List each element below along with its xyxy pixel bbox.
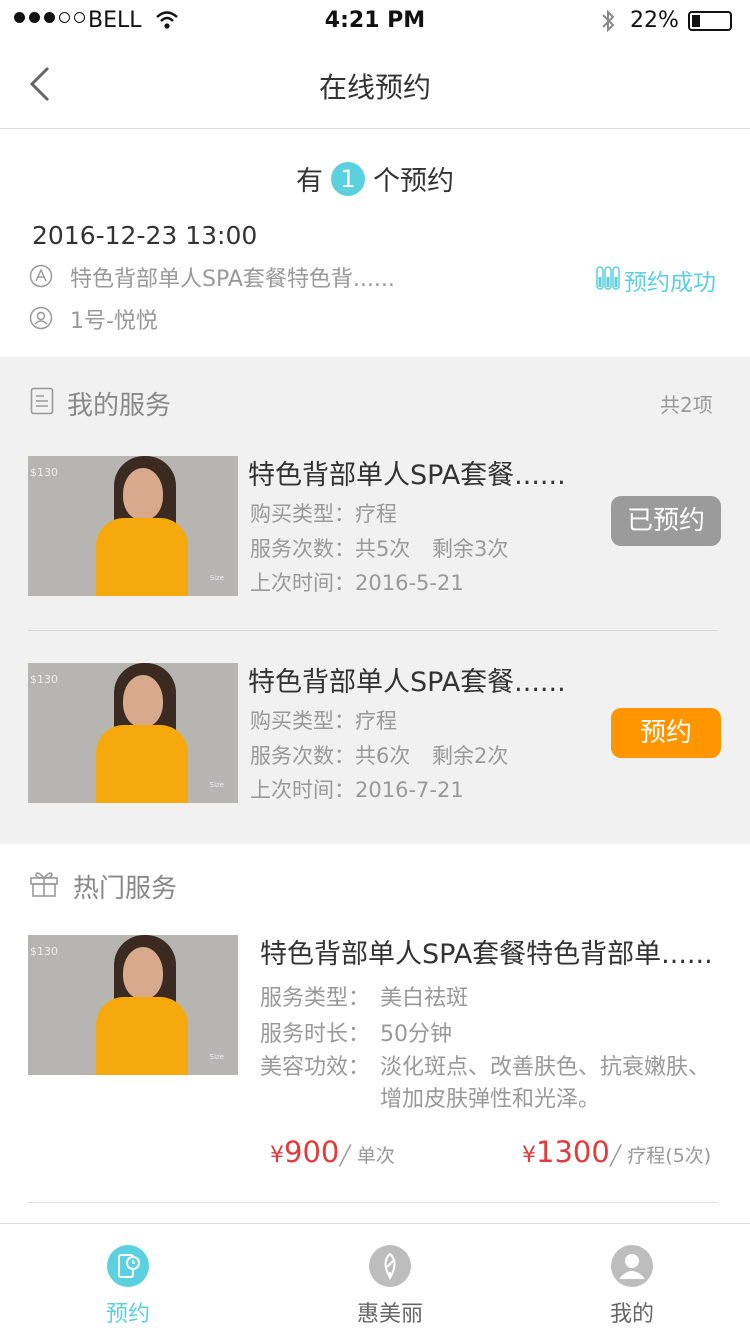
appointment-datetime: 2016-12-23 13:00 bbox=[32, 221, 258, 250]
status-icon bbox=[596, 266, 620, 290]
service-last-time: 上次时间：2016-5-21 bbox=[250, 571, 464, 595]
hot-service-duration: 50分钟 bbox=[380, 1022, 452, 1047]
hot-service-title: 特色背部单人SPA套餐特色背部单...... bbox=[260, 939, 713, 970]
nav-bar: 在线预约 bbox=[0, 42, 750, 129]
tab-huimeili[interactable]: 惠美丽 bbox=[340, 1224, 440, 1335]
price-single: ¥900╱ 单次 bbox=[270, 1135, 395, 1169]
tab-profile-label: 我的 bbox=[609, 1302, 654, 1327]
hot-service-effect-line2: 增加皮肤弹性和光泽。 bbox=[380, 1087, 601, 1112]
count-prefix: 有 bbox=[296, 166, 323, 197]
service-remain: 剩余2次 bbox=[432, 744, 509, 768]
service-title: 特色背部单人SPA套餐...... bbox=[248, 667, 566, 698]
service-icon bbox=[29, 264, 53, 288]
service-item[interactable]: $130 Size 特色背部单人SPA套餐...... 购买类型：疗程 服务次数… bbox=[0, 663, 750, 823]
person-icon bbox=[29, 306, 53, 330]
appointment-service: 特色背部单人SPA套餐特色背...... bbox=[70, 267, 395, 292]
hot-service-item[interactable]: $130 Size 特色背部单人SPA套餐特色背部单...... 服务类型： 美… bbox=[0, 935, 750, 1205]
divider bbox=[28, 630, 718, 631]
price-course-value: 1300 bbox=[536, 1135, 610, 1169]
service-times: 服务次数：共6次 bbox=[250, 744, 411, 768]
hot-services-title: 热门服务 bbox=[73, 874, 178, 904]
battery-percent: 22% bbox=[630, 8, 679, 33]
service-title: 特色背部单人SPA套餐...... bbox=[248, 460, 566, 491]
service-thumbnail: $130 Size bbox=[28, 663, 238, 803]
currency-symbol: ¥ bbox=[270, 1143, 284, 1168]
thumbnail-price: $130 bbox=[30, 945, 58, 958]
service-item[interactable]: $130 Size 特色背部单人SPA套餐...... 购买类型：疗程 服务次数… bbox=[0, 456, 750, 616]
page-title: 在线预约 bbox=[318, 71, 431, 104]
appointment-count: 有 1 个预约 bbox=[0, 159, 750, 198]
currency-symbol: ¥ bbox=[522, 1143, 536, 1168]
service-type: 购买类型：疗程 bbox=[250, 502, 397, 526]
service-last-time: 上次时间：2016-7-21 bbox=[250, 778, 464, 802]
book-button[interactable]: 预约 bbox=[611, 708, 721, 758]
status-bar: BELL 4:21 PM 22% bbox=[0, 0, 750, 42]
appointment-status: 预约成功 bbox=[624, 270, 716, 296]
booked-button[interactable]: 已预约 bbox=[611, 496, 721, 546]
battery-icon bbox=[688, 11, 732, 31]
appointment-staff: 1号-悦悦 bbox=[70, 309, 158, 334]
price-single-unit: ╱ 单次 bbox=[339, 1145, 395, 1167]
my-services-total: 共2项 bbox=[660, 393, 713, 417]
hot-service-effect-label: 美容功效： bbox=[260, 1055, 371, 1080]
hot-service-type: 美白祛斑 bbox=[380, 986, 469, 1011]
booking-tab-icon bbox=[107, 1245, 149, 1287]
hot-service-duration-label: 服务时长： bbox=[260, 1022, 371, 1047]
tab-bar: 预约 惠美丽 我的 bbox=[0, 1223, 750, 1335]
count-badge: 1 bbox=[331, 161, 365, 196]
divider bbox=[28, 1202, 718, 1203]
profile-tab-icon bbox=[611, 1245, 653, 1287]
appointment-card[interactable]: 有 1 个预约 2016-12-23 13:00 特色背部单人SPA套餐特色背.… bbox=[0, 129, 750, 357]
document-icon bbox=[30, 387, 54, 415]
thumbnail-price: $130 bbox=[30, 466, 58, 479]
price-course-unit: ╱ 疗程(5次) bbox=[609, 1145, 712, 1167]
bluetooth-icon bbox=[602, 9, 615, 33]
hot-service-type-label: 服务类型： bbox=[260, 986, 371, 1011]
service-times: 服务次数：共5次 bbox=[250, 537, 411, 561]
tab-booking-label: 预约 bbox=[105, 1302, 150, 1327]
service-type: 购买类型：疗程 bbox=[250, 709, 397, 733]
service-remain: 剩余3次 bbox=[432, 537, 509, 561]
gift-icon bbox=[30, 872, 58, 897]
price-course: ¥1300╱ 疗程(5次) bbox=[522, 1135, 711, 1169]
thumbnail-price: $130 bbox=[30, 673, 58, 686]
my-services-title: 我的服务 bbox=[67, 391, 172, 421]
service-thumbnail: $130 Size bbox=[28, 935, 238, 1075]
leaf-tab-icon bbox=[369, 1245, 411, 1287]
tab-huimeili-label: 惠美丽 bbox=[356, 1302, 423, 1327]
tab-booking[interactable]: 预约 bbox=[78, 1224, 178, 1335]
tab-profile[interactable]: 我的 bbox=[582, 1224, 682, 1335]
hot-services-section: 热门服务 $130 Size 特色背部单人SPA套餐特色背部单...... 服务… bbox=[0, 844, 750, 1224]
hot-service-effect-line1: 淡化斑点、改善肤色、抗衰嫩肤、 bbox=[380, 1055, 711, 1080]
my-services-section: 我的服务 共2项 $130 Size 特色背部单人SPA套餐...... 购买类… bbox=[0, 357, 750, 844]
service-thumbnail: $130 Size bbox=[28, 456, 238, 596]
price-single-value: 900 bbox=[284, 1135, 340, 1169]
count-suffix: 个预约 bbox=[373, 166, 454, 197]
